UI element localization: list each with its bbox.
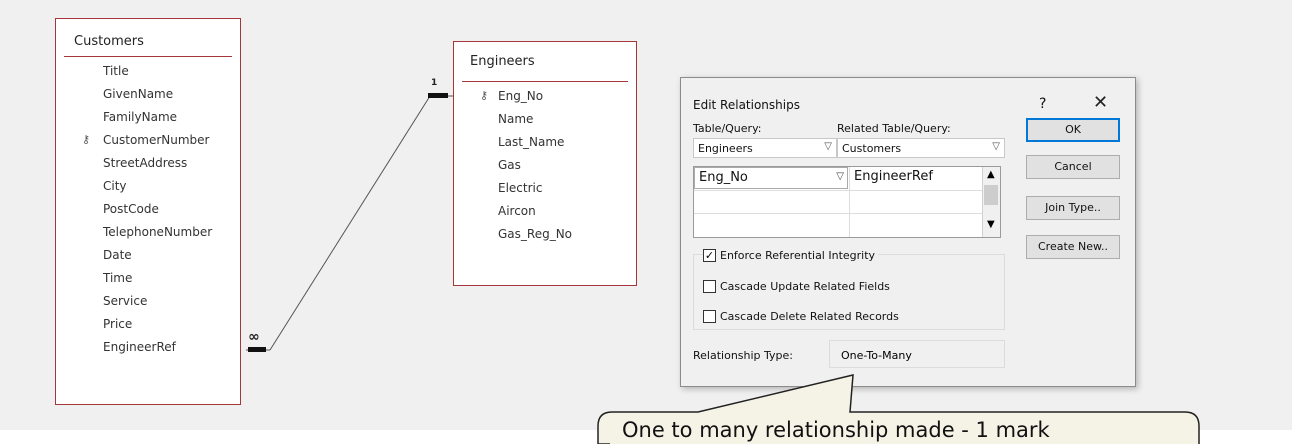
- callout-text: One to many relationship made - 1 mark: [622, 418, 1050, 442]
- canvas: ∞ 1 Customers ⚷ Title GivenName FamilyNa…: [0, 0, 1292, 444]
- callout-layer: [597, 374, 1200, 444]
